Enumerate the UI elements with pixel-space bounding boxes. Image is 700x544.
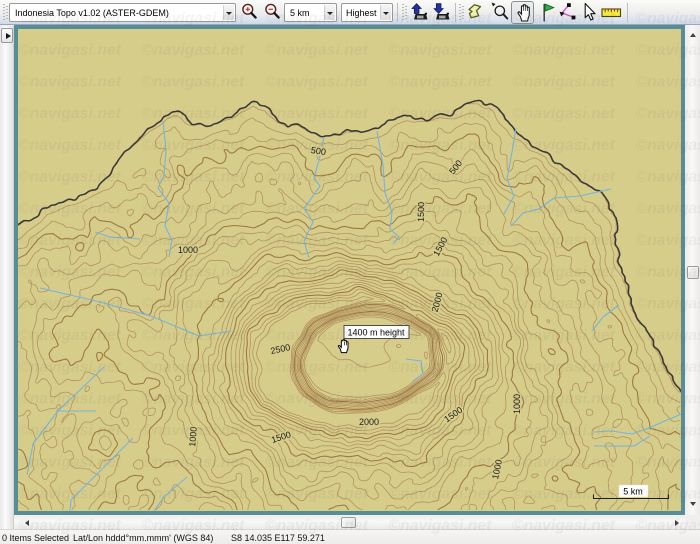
svg-text:1500: 1500 [416,202,426,222]
svg-text:500: 500 [310,145,326,157]
svg-text:1500: 1500 [431,235,449,257]
svg-text:1400 m height: 1400 m height [347,328,405,338]
svg-text:1000: 1000 [178,245,198,255]
svg-text:1500: 1500 [270,429,292,445]
svg-text:2500: 2500 [270,342,292,356]
svg-text:2000: 2000 [359,417,379,427]
svg-text:1000: 1000 [512,394,522,414]
svg-text:5 km: 5 km [623,487,643,497]
svg-text:1000: 1000 [187,426,199,447]
svg-text:1000: 1000 [490,459,504,481]
